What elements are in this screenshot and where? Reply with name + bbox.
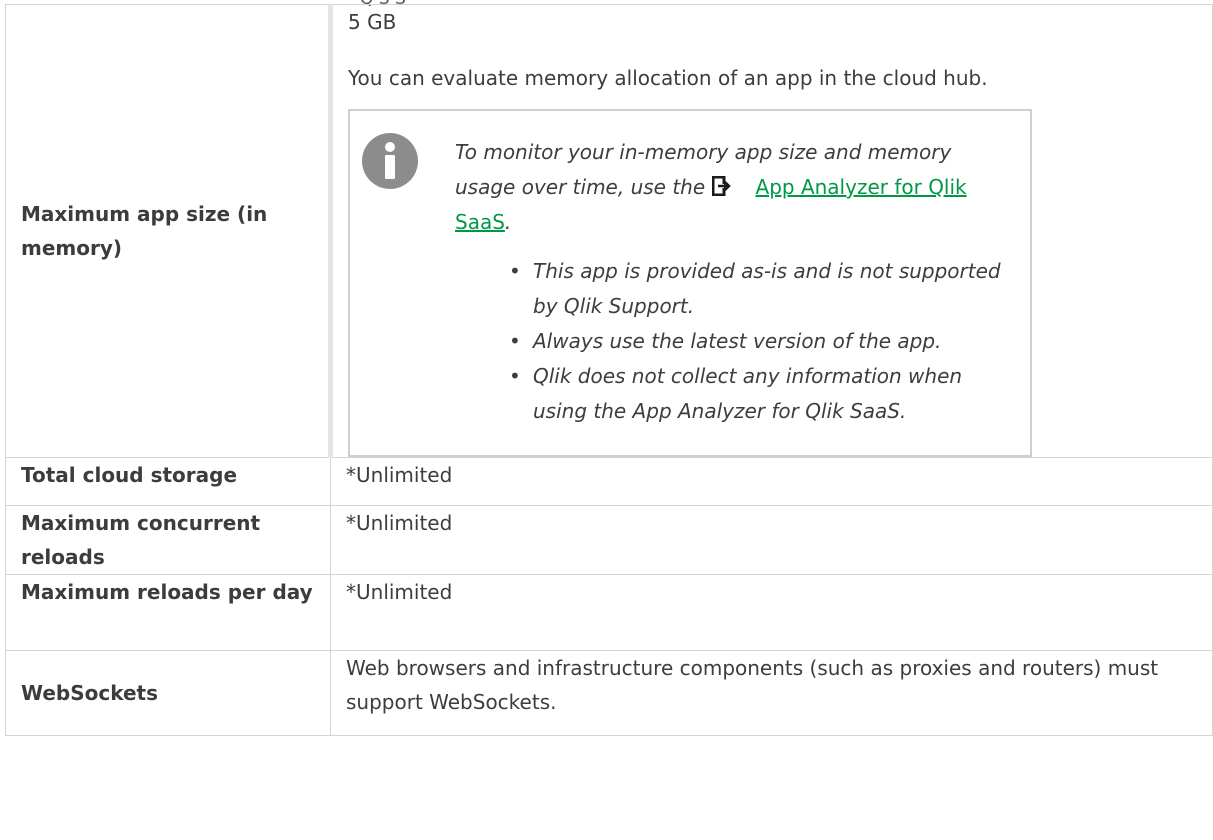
table-row: Total cloud storage *Unlimited	[5, 457, 1213, 506]
row-label-reloads-per-day: Maximum reloads per day	[5, 574, 331, 651]
table-row: Maximum app size (in memory) 5 GB You ca…	[5, 4, 1213, 458]
row-value-storage: *Unlimited	[330, 457, 1213, 506]
note-paragraph: To monitor your in-memory app size and m…	[455, 135, 1012, 240]
note-bullet-list: This app is provided as-is and is not su…	[455, 254, 1012, 429]
row-value-websockets: Web browsers and infrastructure componen…	[330, 650, 1213, 736]
row-label-storage: Total cloud storage	[5, 457, 331, 506]
app-size-description: You can evaluate memory allocation of an…	[348, 66, 988, 90]
row-value-app-size: 5 GB You can evaluate memory allocation …	[330, 4, 1213, 458]
external-link-icon	[711, 176, 731, 196]
note-text-end: .	[504, 210, 512, 234]
table-row: Maximum concurrent reloads *Unlimited	[5, 505, 1213, 575]
note-body: To monitor your in-memory app size and m…	[455, 135, 1012, 429]
table-row: Maximum reloads per day *Unlimited	[5, 574, 1213, 651]
row-label-websockets: WebSockets	[5, 650, 331, 736]
note-box: To monitor your in-memory app size and m…	[348, 109, 1032, 457]
row-label-concurrent-reloads: Maximum concurrent reloads	[5, 505, 331, 575]
row-value-concurrent-reloads: *Unlimited	[330, 505, 1213, 575]
table-row: WebSockets Web browsers and infrastructu…	[5, 650, 1213, 736]
row-value-reloads-per-day: *Unlimited	[330, 574, 1213, 651]
app-size-value: 5 GB	[348, 10, 397, 34]
list-item: Always use the latest version of the app…	[509, 324, 1012, 359]
specifications-table: Maximum app size (in memory) 5 GB You ca…	[5, 4, 1213, 736]
list-item: This app is provided as-is and is not su…	[509, 254, 1012, 324]
list-item: Qlik does not collect any information wh…	[509, 359, 1012, 429]
row-label-app-size: Maximum app size (in memory)	[5, 4, 333, 458]
info-icon	[362, 133, 418, 189]
